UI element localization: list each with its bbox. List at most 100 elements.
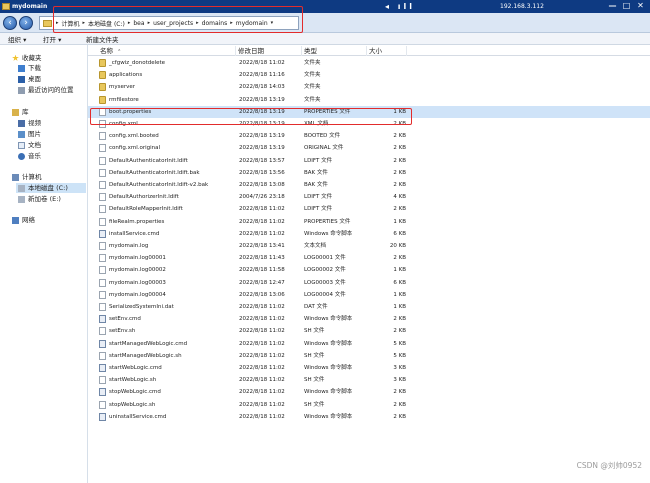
- file-size: 2 KB: [393, 206, 406, 213]
- breadcrumb-user-projects[interactable]: user_projects: [153, 20, 193, 27]
- sidebar-item-new-volume[interactable]: 新加卷 (E:): [18, 194, 61, 204]
- breadcrumb-dropdown-icon[interactable]: ▾: [271, 20, 274, 26]
- breadcrumb-computer[interactable]: 计算机: [62, 19, 80, 28]
- script-file-icon: [99, 315, 106, 324]
- file-row[interactable]: DefaultAuthenticatorInit.ldift 2022/8/18 …: [88, 155, 650, 167]
- file-row[interactable]: startManagedWebLogic.sh 2022/8/18 11:02 SH…: [88, 350, 650, 362]
- column-header-type[interactable]: 类型: [302, 46, 367, 56]
- sidebar-item-local-disk[interactable]: 本地磁盘 (C:): [16, 183, 86, 193]
- file-row[interactable]: mydomain.log00002 2022/8/18 11:58 LOG00002…: [88, 264, 650, 276]
- breadcrumb-local-disk[interactable]: 本地磁盘 (C:): [88, 19, 125, 28]
- sidebar-item-pictures[interactable]: 图片: [18, 129, 41, 139]
- file-row[interactable]: fileRealm.properties 2022/8/18 11:02 PROPE…: [88, 216, 650, 228]
- file-size: 6 KB: [393, 279, 406, 286]
- breadcrumb-mydomain[interactable]: mydomain: [236, 20, 268, 27]
- file-row[interactable]: setEnv.sh 2022/8/18 11:02 SH 文件 2 KB: [88, 325, 650, 337]
- sidebar-item-network[interactable]: 网络: [12, 215, 35, 225]
- back-button[interactable]: ‹: [3, 16, 17, 30]
- file-type: PROPERTIES 文件: [304, 108, 351, 115]
- sidebar-item-videos[interactable]: 视频: [18, 118, 41, 128]
- file-row[interactable]: config.xml.original 2022/8/18 13:19 ORIGIN…: [88, 142, 650, 154]
- file-row[interactable]: SerializedSystemIni.dat 2022/8/18 11:02 DA…: [88, 301, 650, 313]
- breadcrumb-separator: ▸: [230, 20, 233, 26]
- file-row[interactable]: startManagedWebLogic.cmd 2022/8/18 11:02 W…: [88, 338, 650, 350]
- file-name: stopWebLogic.cmd: [109, 389, 161, 396]
- column-header-size[interactable]: 大小: [367, 46, 407, 56]
- sidebar-label: 库: [22, 108, 29, 116]
- sidebar-item-libraries[interactable]: 库: [12, 107, 29, 117]
- close-button[interactable]: ✕: [635, 1, 646, 11]
- folder-icon: [99, 83, 106, 92]
- file-row[interactable]: setEnv.cmd 2022/8/18 11:02 Windows 命令脚本 2 K…: [88, 313, 650, 325]
- sidebar-label: 新加卷 (E:): [28, 195, 61, 203]
- window-controls: — □ ✕: [607, 1, 646, 11]
- file-icon: [99, 181, 106, 189]
- file-row[interactable]: config.xml.booted 2022/8/18 13:19 BOOTED 文…: [88, 130, 650, 142]
- open-menu[interactable]: 打开 ▾: [43, 34, 61, 44]
- forward-button[interactable]: ›: [19, 16, 33, 30]
- breadcrumb-bea[interactable]: bea: [133, 20, 144, 27]
- file-row[interactable]: stopWebLogic.cmd 2022/8/18 11:02 Windows 命…: [88, 386, 650, 398]
- remote-ip: 192.168.3.112: [500, 3, 544, 10]
- file-date: 2022/8/18 13:19: [239, 121, 285, 127]
- sidebar-item-recent[interactable]: 最近访问的位置: [18, 85, 74, 95]
- file-row[interactable]: stopWebLogic.sh 2022/8/18 11:02 SH 文件 2 KB: [88, 399, 650, 411]
- file-row[interactable]: mydomain.log00003 2022/8/18 12:47 LOG00003…: [88, 277, 650, 289]
- address-bar[interactable]: ▸ 计算机 ▸ 本地磁盘 (C:) ▸ bea ▸ user_projects …: [39, 16, 299, 30]
- maximize-button[interactable]: □: [621, 1, 632, 11]
- file-row[interactable]: DefaultRoleMapperInit.ldift 2022/8/18 11:…: [88, 203, 650, 215]
- file-row[interactable]: DefaultAuthenticatorInit.ldift-v2.bak 202…: [88, 179, 650, 191]
- sidebar-item-music[interactable]: 音乐: [18, 151, 41, 161]
- file-row[interactable]: uninstallService.cmd 2022/8/18 11:02 Windo…: [88, 411, 650, 423]
- file-row[interactable]: DefaultAuthorizerInit.ldift 2004/7/26 23:…: [88, 191, 650, 203]
- file-size: 2 KB: [393, 169, 406, 176]
- minimize-button[interactable]: —: [607, 1, 618, 11]
- file-name: rmfilestore: [109, 96, 139, 103]
- file-row[interactable]: installService.cmd 2022/8/18 11:02 Windows…: [88, 228, 650, 240]
- file-row[interactable]: _cfgwiz_donotdelete 2022/8/18 11:02 文件夹: [88, 57, 650, 69]
- file-date: 2022/8/18 11:02: [239, 60, 285, 66]
- file-row[interactable]: config.xml 2022/8/18 13:19 XML 文档 2 KB: [88, 118, 650, 130]
- file-row[interactable]: applications 2022/8/18 11:16 文件夹: [88, 69, 650, 81]
- file-size: 1 KB: [393, 218, 406, 225]
- file-row[interactable]: startWebLogic.sh 2022/8/18 11:02 SH 文件 3 KB: [88, 374, 650, 386]
- file-row[interactable]: boot.properties 2022/8/18 13:19 PROPERTIES…: [88, 105, 650, 118]
- column-header-name[interactable]: 名称 ⌃: [96, 46, 236, 56]
- new-folder-button[interactable]: 新建文件夹: [86, 34, 119, 44]
- file-date: 2022/8/18 11:02: [239, 218, 285, 225]
- file-name: stopWebLogic.sh: [109, 401, 156, 408]
- file-size: 3 KB: [393, 377, 406, 384]
- file-date: 2022/8/18 11:02: [239, 328, 285, 335]
- file-row[interactable]: mydomain.log00004 2022/8/18 13:06 LOG00004…: [88, 289, 650, 301]
- command-bar: 组织 ▾ 打开 ▾ 新建文件夹: [0, 33, 650, 45]
- organize-menu[interactable]: 组织 ▾: [8, 34, 26, 44]
- file-date: 2022/8/18 11:58: [239, 267, 285, 274]
- sidebar-item-documents[interactable]: 文档: [18, 140, 41, 150]
- file-icon: [99, 376, 106, 385]
- file-row[interactable]: myserver 2022/8/18 14:03 文件夹: [88, 81, 650, 93]
- file-type: LOG00004 文件: [304, 291, 346, 298]
- column-header-date[interactable]: 修改日期: [236, 46, 302, 56]
- file-row[interactable]: DefaultAuthenticatorInit.ldift.bak 2022/8…: [88, 167, 650, 179]
- sidebar-item-downloads[interactable]: 下载: [18, 63, 41, 73]
- folder-icon: [99, 71, 106, 80]
- breadcrumb-domains[interactable]: domains: [202, 20, 228, 27]
- sidebar-item-computer[interactable]: 计算机: [12, 172, 42, 182]
- sidebar-item-desktop[interactable]: 桌面: [18, 74, 41, 84]
- file-icon: [99, 290, 106, 299]
- file-row[interactable]: startWebLogic.cmd 2022/8/18 11:02 Windows …: [88, 362, 650, 374]
- file-name: DefaultAuthorizerInit.ldift: [109, 194, 179, 201]
- file-date: 2022/8/18 14:03: [239, 84, 285, 91]
- file-size: 2 KB: [393, 133, 406, 140]
- file-size: 2 KB: [393, 182, 406, 188]
- file-row[interactable]: mydomain.log 2022/8/18 13:41 文本文档 20 KB: [88, 240, 650, 252]
- breadcrumb-separator: ▸: [127, 20, 131, 26]
- sidebar-item-favorites[interactable]: 收藏夹: [12, 53, 42, 63]
- file-row[interactable]: mydomain.log00001 2022/8/18 11:43 LOG00001…: [88, 252, 650, 264]
- file-date: 2004/7/26 23:18: [239, 194, 285, 201]
- file-row[interactable]: rmfilestore 2022/8/18 13:19 文件夹: [88, 94, 650, 106]
- file-type: Windows 命令脚本: [304, 340, 353, 347]
- file-size: 2 KB: [393, 316, 406, 323]
- file-date: 2022/8/18 13:19: [239, 96, 285, 103]
- file-name: applications: [109, 72, 143, 79]
